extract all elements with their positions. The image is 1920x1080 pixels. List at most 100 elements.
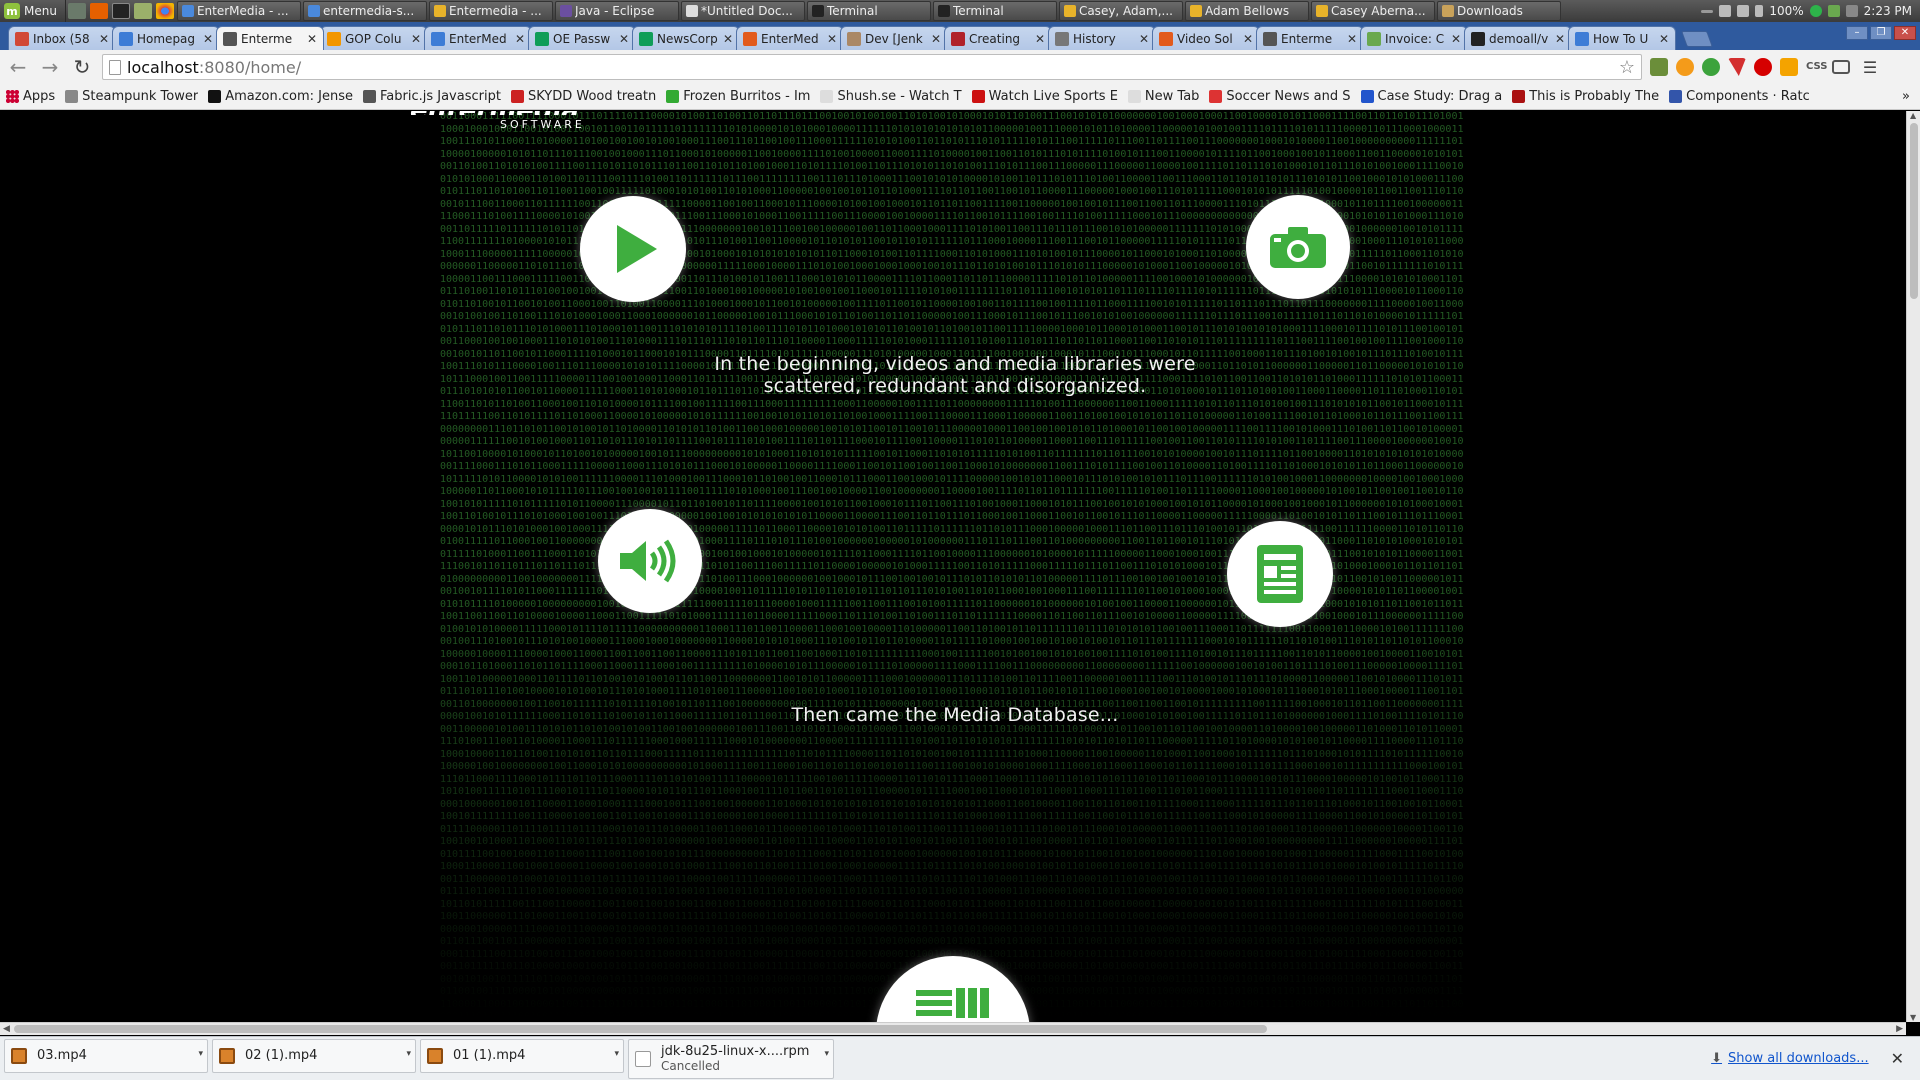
task-window[interactable]: Java - Eclipse: [554, 1, 679, 21]
close-shelf-icon[interactable]: ✕: [1891, 1049, 1904, 1068]
bookmark-item[interactable]: Steampunk Tower: [65, 89, 198, 104]
firefox-launcher-icon[interactable]: [89, 3, 108, 19]
task-window[interactable]: Casey, Adam,...: [1058, 1, 1183, 21]
network-tray-icon[interactable]: [1845, 5, 1858, 17]
horizontal-scrollbar[interactable]: ◀ ▶: [0, 1022, 1906, 1035]
tab-close-icon[interactable]: ✕: [515, 32, 525, 46]
cast-icon[interactable]: [1832, 60, 1850, 74]
browser-tab[interactable]: Enterme ✕: [1256, 26, 1364, 50]
bookmark-item[interactable]: Components · Ratc: [1669, 89, 1810, 104]
close-window-icon[interactable]: ✕: [1894, 26, 1916, 40]
site-logo[interactable]: entermedia SOFTWARE: [410, 111, 618, 131]
new-tab-button[interactable]: [1681, 31, 1713, 47]
tab-close-icon[interactable]: ✕: [827, 32, 837, 46]
extension-evernote-icon[interactable]: [1702, 58, 1720, 76]
download-item[interactable]: 01 (1).mp4 ▾: [420, 1038, 624, 1073]
browser-tab[interactable]: Homepag ✕: [112, 26, 220, 50]
show-desktop-icon[interactable]: [67, 3, 86, 19]
start-menu-button[interactable]: m Menu: [0, 0, 66, 22]
battery-tray-icon[interactable]: [1755, 5, 1764, 17]
task-window[interactable]: entermedia-s...: [302, 1, 427, 21]
bookmark-item[interactable]: Watch Live Sports E: [971, 89, 1118, 104]
bookmark-item[interactable]: SKYDD Wood treatn: [510, 89, 656, 104]
scroll-down-arrow-icon[interactable]: ▼: [1910, 1013, 1916, 1022]
browser-tab[interactable]: Video Sol ✕: [1152, 26, 1260, 50]
tab-close-icon[interactable]: ✕: [1139, 32, 1149, 46]
browser-tab[interactable]: GOP Colu ✕: [320, 26, 428, 50]
task-window[interactable]: Adam Bellows: [1184, 1, 1309, 21]
restore-window-icon[interactable]: ❐: [1870, 26, 1892, 40]
browser-tab[interactable]: OE Passw ✕: [528, 26, 636, 50]
bookmark-star-icon[interactable]: ☆: [1619, 57, 1635, 78]
download-menu-caret-icon[interactable]: ▾: [824, 1049, 829, 1059]
download-item[interactable]: 02 (1).mp4 ▾: [212, 1038, 416, 1073]
reload-icon[interactable]: ↻: [70, 55, 94, 79]
chrome-menu-icon[interactable]: ☰: [1858, 55, 1882, 79]
tab-close-icon[interactable]: ✕: [203, 32, 213, 46]
task-window[interactable]: Casey Aberna...: [1310, 1, 1435, 21]
tab-close-icon[interactable]: ✕: [619, 32, 629, 46]
task-window[interactable]: EnterMedia - ...: [176, 1, 301, 21]
browser-tab[interactable]: EnterMed ✕: [736, 26, 844, 50]
download-item[interactable]: jdk-8u25-linux-x....rpm Cancelled ▾: [628, 1038, 834, 1079]
browser-tab[interactable]: Enterme ✕: [216, 26, 324, 50]
minimize-tray-icon[interactable]: [1701, 9, 1714, 13]
extension-calendar-icon[interactable]: [1650, 58, 1668, 76]
extension-adblock-icon[interactable]: [1754, 58, 1772, 76]
extension-arrow-icon[interactable]: [1728, 58, 1746, 76]
bookmark-item[interactable]: This is Probably The: [1512, 89, 1659, 104]
browser-tab[interactable]: NewsCorp ✕: [632, 26, 740, 50]
vertical-scroll-thumb[interactable]: [1910, 123, 1918, 299]
task-window[interactable]: Terminal: [932, 1, 1057, 21]
bookmark-item[interactable]: Case Study: Drag a: [1360, 89, 1502, 104]
download-menu-caret-icon[interactable]: ▾: [198, 1049, 203, 1059]
browser-tab[interactable]: Creating ✕: [944, 26, 1052, 50]
tab-close-icon[interactable]: ✕: [723, 32, 733, 46]
task-window[interactable]: Downloads: [1436, 1, 1561, 21]
tab-close-icon[interactable]: ✕: [1451, 32, 1461, 46]
minimize-window-icon[interactable]: –: [1846, 26, 1868, 40]
tab-close-icon[interactable]: ✕: [1347, 32, 1357, 46]
browser-tab[interactable]: Invoice: C ✕: [1360, 26, 1468, 50]
files-launcher-icon[interactable]: [133, 3, 152, 19]
scroll-up-arrow-icon[interactable]: ▲: [1910, 111, 1916, 120]
bookmark-item[interactable]: Amazon.com: Jense: [208, 89, 353, 104]
forward-arrow-icon[interactable]: →: [38, 55, 62, 79]
tab-close-icon[interactable]: ✕: [307, 32, 317, 46]
bookmark-item[interactable]: Frozen Burritos - Im: [666, 89, 810, 104]
tab-close-icon[interactable]: ✕: [411, 32, 421, 46]
tab-close-icon[interactable]: ✕: [1035, 32, 1045, 46]
terminal-launcher-icon[interactable]: [111, 3, 130, 19]
browser-tab[interactable]: demoall/v ✕: [1464, 26, 1572, 50]
show-all-downloads-link[interactable]: ⬇ Show all downloads...: [1711, 1051, 1868, 1066]
tab-close-icon[interactable]: ✕: [99, 32, 109, 46]
volume-tray-icon[interactable]: [1737, 5, 1750, 17]
browser-tab[interactable]: EnterMed ✕: [424, 26, 532, 50]
more-bookmarks-icon[interactable]: »: [1902, 89, 1920, 104]
tab-close-icon[interactable]: ✕: [1659, 32, 1669, 46]
tab-close-icon[interactable]: ✕: [1555, 32, 1565, 46]
user-tray-icon[interactable]: [1719, 5, 1732, 17]
address-bar[interactable]: localhost:8080/home/ ☆: [102, 54, 1642, 80]
task-window[interactable]: Terminal: [806, 1, 931, 21]
hangouts-tray-icon[interactable]: [1809, 5, 1822, 17]
tab-close-icon[interactable]: ✕: [1243, 32, 1253, 46]
browser-tab[interactable]: Inbox (58 ✕: [8, 26, 116, 50]
task-window[interactable]: *Untitled Doc...: [680, 1, 805, 21]
extension-css-icon[interactable]: CSS: [1806, 58, 1827, 76]
horizontal-scroll-thumb[interactable]: [14, 1025, 1267, 1033]
shield-tray-icon[interactable]: [1827, 5, 1840, 17]
tab-close-icon[interactable]: ✕: [931, 32, 941, 46]
back-arrow-icon[interactable]: ←: [6, 55, 30, 79]
scroll-right-arrow-icon[interactable]: ▶: [1896, 1024, 1903, 1034]
extension-orange-icon[interactable]: [1676, 58, 1694, 76]
clock[interactable]: 2:23 PM: [1864, 4, 1912, 18]
bookmark-item[interactable]: Soccer News and S: [1209, 89, 1351, 104]
bookmark-item[interactable]: New Tab: [1127, 89, 1199, 104]
extension-puzzle-icon[interactable]: [1780, 58, 1798, 76]
scroll-left-arrow-icon[interactable]: ◀: [3, 1024, 10, 1034]
bookmark-item[interactable]: Shush.se - Watch T: [820, 89, 962, 104]
vertical-scrollbar[interactable]: ▲ ▼: [1906, 111, 1920, 1022]
download-item[interactable]: 03.mp4 ▾: [4, 1038, 208, 1073]
browser-tab[interactable]: Dev [Jenk ✕: [840, 26, 948, 50]
